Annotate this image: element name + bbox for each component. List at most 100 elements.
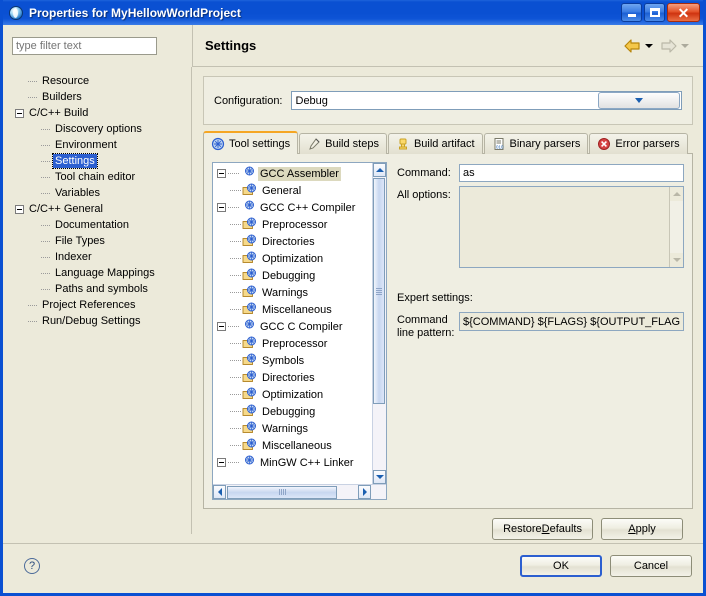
tool-tree-item-label: Warnings bbox=[260, 422, 310, 436]
horizontal-scroll-thumb[interactable] bbox=[227, 486, 337, 499]
folder-tool-icon bbox=[242, 183, 258, 199]
sidebar-item-builders[interactable]: Builders bbox=[3, 89, 191, 105]
tree-connector bbox=[28, 97, 38, 98]
folder-tool-icon bbox=[242, 438, 258, 454]
command-input[interactable] bbox=[459, 164, 684, 182]
tool-tree-item-directories[interactable]: Directories bbox=[213, 233, 372, 250]
apply-button[interactable]: Apply bbox=[601, 518, 683, 540]
tool-tree-item-label: GCC C Compiler bbox=[258, 320, 345, 334]
apply-post: pply bbox=[636, 523, 656, 535]
cancel-button[interactable]: Cancel bbox=[610, 555, 692, 577]
tool-tree-item-directories[interactable]: Directories bbox=[213, 369, 372, 386]
tree-connector bbox=[28, 305, 38, 306]
sidebar-item-documentation[interactable]: Documentation bbox=[3, 217, 191, 233]
chevron-down-icon[interactable] bbox=[598, 92, 680, 109]
sidebar-item-run-debug-settings[interactable]: Run/Debug Settings bbox=[3, 313, 191, 329]
tab-build-steps[interactable]: Build steps bbox=[299, 133, 387, 154]
folder-tool-icon bbox=[242, 370, 258, 386]
options-scroll-down-icon[interactable] bbox=[670, 253, 683, 267]
sidebar-item-language-mappings[interactable]: Language Mappings bbox=[3, 265, 191, 281]
tool-tree-vertical-scrollbar[interactable] bbox=[372, 163, 386, 484]
close-button[interactable]: ✕ bbox=[667, 3, 700, 22]
restore-defaults-pre: Restore bbox=[503, 523, 542, 535]
minimize-button[interactable] bbox=[621, 3, 642, 22]
sidebar-item-environment[interactable]: Environment bbox=[3, 137, 191, 153]
tool-tree-item-warnings[interactable]: Warnings bbox=[213, 284, 372, 301]
sidebar-item-settings[interactable]: Settings bbox=[3, 153, 191, 169]
scroll-right-icon[interactable] bbox=[358, 485, 371, 499]
settings-page: Configuration: Debug Tool settingsBuild … bbox=[192, 67, 703, 534]
tool-tree-item-preprocessor[interactable]: Preprocessor bbox=[213, 216, 372, 233]
tool-tree-item-label: Preprocessor bbox=[260, 337, 329, 351]
sidebar-item-discovery-options[interactable]: Discovery options bbox=[3, 121, 191, 137]
back-arrow-icon[interactable] bbox=[624, 39, 641, 53]
tree-expander-icon[interactable] bbox=[217, 322, 226, 331]
search-input[interactable] bbox=[12, 37, 157, 55]
tool-tree-horizontal-scrollbar[interactable] bbox=[213, 484, 386, 499]
tool-tree-item-label: Directories bbox=[260, 371, 317, 385]
ok-button[interactable]: OK bbox=[520, 555, 602, 577]
restore-button[interactable] bbox=[644, 3, 665, 22]
tool-tree-item-debugging[interactable]: Debugging bbox=[213, 267, 372, 284]
help-icon[interactable]: ? bbox=[24, 558, 40, 574]
tool-tree-item-warnings[interactable]: Warnings bbox=[213, 420, 372, 437]
tool-tree-item-miscellaneous[interactable]: Miscellaneous bbox=[213, 301, 372, 318]
tree-expander-icon[interactable] bbox=[217, 169, 226, 178]
tool-tree-item-optimization[interactable]: Optimization bbox=[213, 250, 372, 267]
scroll-left-icon[interactable] bbox=[213, 485, 226, 499]
vertical-scroll-thumb[interactable] bbox=[373, 178, 385, 404]
scroll-down-icon[interactable] bbox=[373, 470, 386, 484]
tool-tree-item-optimization[interactable]: Optimization bbox=[213, 386, 372, 403]
tool-tree-item-symbols[interactable]: Symbols bbox=[213, 352, 372, 369]
command-line-pattern-input[interactable] bbox=[459, 312, 684, 331]
tool-tree-item-gcc-c-compiler[interactable]: GCC C++ Compiler bbox=[213, 199, 372, 216]
tree-connector bbox=[230, 241, 241, 242]
tab-binary-parsers[interactable]: 010Binary parsers bbox=[484, 133, 589, 154]
binary-parsers-icon: 010 bbox=[492, 137, 506, 151]
tool-tree-item-mingw-c-linker[interactable]: MinGW C++ Linker bbox=[213, 454, 372, 471]
title-bar: Properties for MyHellowWorldProject ✕ bbox=[3, 0, 703, 25]
sidebar-item-resource[interactable]: Resource bbox=[3, 73, 191, 89]
options-scroll-up-icon[interactable] bbox=[670, 187, 683, 201]
sidebar-item-indexer[interactable]: Indexer bbox=[3, 249, 191, 265]
tool-tree-item-label: Warnings bbox=[260, 286, 310, 300]
sidebar-item-label: Resource bbox=[40, 74, 91, 88]
dialog-footer: ? OK Cancel bbox=[3, 544, 703, 588]
tool-tree-item-gcc-c-compiler[interactable]: GCC C Compiler bbox=[213, 318, 372, 335]
tab-error-parsers[interactable]: Error parsers bbox=[589, 133, 687, 154]
back-dropdown-icon[interactable] bbox=[645, 44, 653, 48]
tool-tree-item-debugging[interactable]: Debugging bbox=[213, 403, 372, 420]
all-options-textarea[interactable] bbox=[459, 186, 684, 268]
tool-tree[interactable]: GCC AssemblerGeneralGCC C++ CompilerPrep… bbox=[212, 162, 387, 500]
scroll-up-icon[interactable] bbox=[373, 163, 386, 177]
tree-expander-icon[interactable] bbox=[217, 458, 226, 467]
svg-text:010: 010 bbox=[496, 145, 504, 150]
tree-expander-icon[interactable] bbox=[15, 109, 24, 118]
tool-tree-item-gcc-assembler[interactable]: GCC Assembler bbox=[213, 165, 372, 182]
sidebar-item-variables[interactable]: Variables bbox=[3, 185, 191, 201]
tool-tree-item-general[interactable]: General bbox=[213, 182, 372, 199]
restore-defaults-button[interactable]: Restore Defaults bbox=[492, 518, 593, 540]
sidebar-item-c-c-general[interactable]: C/C++ General bbox=[3, 201, 191, 217]
folder-tool-icon bbox=[242, 234, 258, 250]
tree-connector bbox=[41, 145, 51, 146]
sidebar-item-paths-and-symbols[interactable]: Paths and symbols bbox=[3, 281, 191, 297]
tool-tree-item-miscellaneous[interactable]: Miscellaneous bbox=[213, 437, 372, 454]
sidebar-item-c-c-build[interactable]: C/C++ Build bbox=[3, 105, 191, 121]
configuration-select[interactable]: Debug bbox=[291, 91, 683, 110]
tool-icon bbox=[240, 200, 256, 216]
tool-tree-item-label: Miscellaneous bbox=[260, 303, 334, 317]
sidebar-item-project-references[interactable]: Project References bbox=[3, 297, 191, 313]
error-parsers-icon bbox=[597, 137, 611, 151]
tree-expander-icon[interactable] bbox=[15, 205, 24, 214]
sidebar-item-file-types[interactable]: File Types bbox=[3, 233, 191, 249]
tab-tool-settings[interactable]: Tool settings bbox=[203, 131, 298, 154]
tab-build-artifact[interactable]: Build artifact bbox=[388, 133, 483, 154]
tool-tree-item-preprocessor[interactable]: Preprocessor bbox=[213, 335, 372, 352]
command-line-pattern-row: Command line pattern: bbox=[397, 310, 684, 340]
sidebar-item-tool-chain-editor[interactable]: Tool chain editor bbox=[3, 169, 191, 185]
top-zone: Settings bbox=[3, 25, 703, 67]
tool-tree-item-label: Optimization bbox=[260, 388, 325, 402]
tree-expander-icon[interactable] bbox=[217, 203, 226, 212]
all-options-scrollbar[interactable] bbox=[669, 187, 683, 267]
